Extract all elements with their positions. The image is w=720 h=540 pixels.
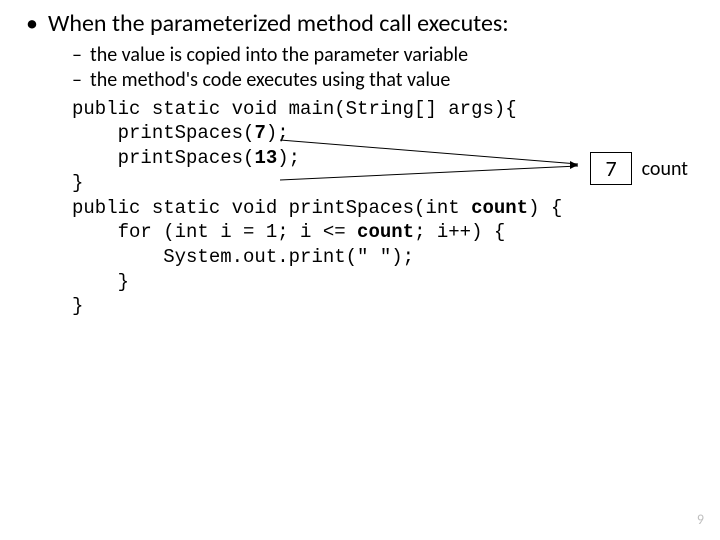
code-block: public static void main(String[] args){ … [20,97,700,319]
code-line-7: System.out.print(" "); [72,246,414,268]
code-line-5a: public static void printSpaces(int [72,197,471,219]
code-arg-13: 13 [254,147,277,169]
code-line-5c: ) { [528,197,562,219]
code-line-3a: printSpaces( [72,147,254,169]
code-line-3c: ); [277,147,300,169]
page-number: 9 [697,511,704,528]
code-var-count: count [357,221,414,243]
main-bullet: When the parameterized method call execu… [20,10,700,39]
code-arg-7: 7 [254,122,265,144]
slide: When the parameterized method call execu… [0,0,720,540]
sub-bullet-1: the value is copied into the parameter v… [72,43,700,68]
value-annotation: 7 count [590,152,688,185]
value-label: count [642,157,688,181]
code-param-count: count [471,197,528,219]
code-line-6c: ; i++) { [414,221,505,243]
code-line-8: } [72,271,129,293]
code-line-6a: for (int i = 1; i <= [72,221,357,243]
sub-bullet-2: the method's code executes using that va… [72,68,700,93]
sub-bullet-list: the value is copied into the parameter v… [20,43,700,93]
code-line-9: } [72,295,83,317]
code-line-4: } [72,172,83,194]
value-box: 7 [590,152,631,185]
code-line-2a: printSpaces( [72,122,254,144]
code-line-2c: ); [266,122,289,144]
code-line-1: public static void main(String[] args){ [72,98,517,120]
